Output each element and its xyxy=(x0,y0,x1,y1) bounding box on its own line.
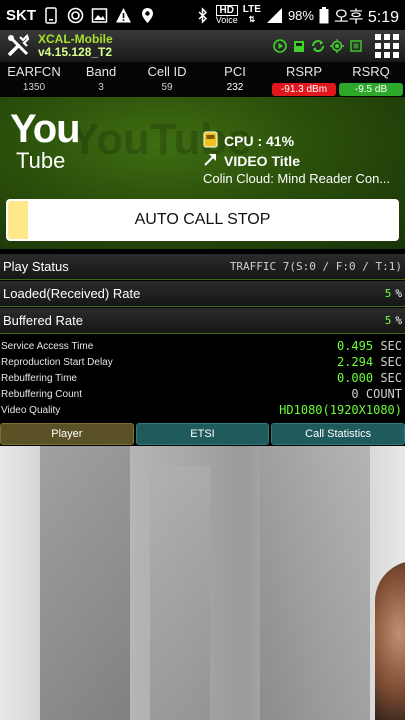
location-icon xyxy=(139,7,156,24)
video-title-label: VIDEO Title xyxy=(224,153,300,169)
hd-voice-indicator: HD Voice xyxy=(215,5,238,25)
video-player[interactable] xyxy=(0,446,405,720)
pci-value: 232 xyxy=(226,82,244,93)
lte-label: LTE xyxy=(242,4,261,15)
video-name: Colin Cloud: Mind Reader Con... xyxy=(203,171,391,186)
band-value: 3 xyxy=(98,82,104,93)
timing-row: Reproduction Start Delay 2.294 SEC xyxy=(0,355,405,371)
chip-icon[interactable] xyxy=(349,39,363,53)
cell-info-pci: PCI 232 xyxy=(200,64,270,93)
video-frame-shade xyxy=(260,446,370,720)
tab-player[interactable]: Player xyxy=(0,423,134,445)
timing-label: Rebuffering Time xyxy=(1,373,77,384)
buffered-rate-row: Buffered Rate 5% xyxy=(0,308,405,334)
earfcn-label: EARFCN xyxy=(7,64,61,79)
image-icon xyxy=(91,7,108,24)
timing-row: Video Quality HD1080(1920X1080) xyxy=(0,403,405,419)
timing-row: Service Access Time 0.495 SEC xyxy=(0,339,405,355)
timing-unit: SEC xyxy=(380,355,402,369)
bottom-tabs: Player ETSI Call Statistics xyxy=(0,423,405,445)
loaded-rate-label: Loaded(Received) Rate xyxy=(3,286,141,301)
cell-info-band: Band 3 xyxy=(68,64,134,93)
play-status-row: Play Status TRAFFIC 7(S:0 / F:0 / T:1) xyxy=(0,254,405,280)
cpu-icon xyxy=(203,131,218,151)
cell-info-cell-id: Cell ID 59 xyxy=(134,64,200,93)
rsrq-value: -9.5 dB xyxy=(339,83,403,96)
bluetooth-icon xyxy=(194,6,211,24)
play-icon[interactable] xyxy=(273,39,287,53)
logo-tube: Tube xyxy=(16,148,66,173)
buffered-rate-value: 5 xyxy=(384,314,392,327)
battery-icon xyxy=(319,6,329,24)
timing-unit: SEC xyxy=(380,371,402,385)
timing-unit: COUNT xyxy=(365,387,402,401)
cell-info-bar: EARFCN 1350 Band 3 Cell ID 59 PCI 232 RS… xyxy=(0,62,405,97)
tab-call-statistics[interactable]: Call Statistics xyxy=(271,423,405,445)
timing-value: 0 xyxy=(351,387,359,401)
lte-indicator: LTE ⇅ xyxy=(242,4,261,25)
signal-icon xyxy=(266,7,283,24)
earfcn-value: 1350 xyxy=(22,82,46,93)
app-header: XCAL-Mobile v4.15.128_T2 xyxy=(0,30,405,62)
timing-value: 0.000 xyxy=(336,371,374,385)
buffered-rate-unit: % xyxy=(395,314,402,327)
auto-call-progress xyxy=(8,201,28,239)
logo-you: You xyxy=(10,107,81,151)
arrow-icon xyxy=(203,152,218,170)
carrier-label: SKT xyxy=(6,6,36,24)
loaded-rate-value: 5 xyxy=(384,287,392,300)
loaded-rate-unit: % xyxy=(395,287,402,300)
timing-value: 2.294 xyxy=(336,355,374,369)
buffered-rate-label: Buffered Rate xyxy=(3,313,83,328)
video-frame-shade xyxy=(150,466,210,720)
auto-call-label: AUTO CALL STOP xyxy=(134,211,271,228)
cell-info-earfcn: EARFCN 1350 xyxy=(0,64,68,93)
warning-icon xyxy=(115,7,132,24)
app-version: v4.15.128_T2 xyxy=(38,45,113,59)
cpu-usage: CPU : 41% xyxy=(203,131,294,151)
timing-label: Rebuffering Count xyxy=(1,389,82,400)
play-status-value: TRAFFIC 7(S:0 / F:0 / T:1) xyxy=(229,260,402,273)
gps-icon[interactable] xyxy=(330,39,344,53)
cell-info-rsrq: RSRQ -9.5 dB xyxy=(338,64,404,97)
video-frame-shade xyxy=(40,446,130,720)
refresh-icon[interactable] xyxy=(311,39,325,53)
voice-label: Voice xyxy=(215,15,238,25)
grid-menu-icon[interactable] xyxy=(375,34,399,58)
cell-info-rsrp: RSRP -91.3 dBm xyxy=(271,64,337,97)
timing-label: Service Access Time xyxy=(1,341,94,352)
timing-label: Video Quality xyxy=(1,405,61,416)
cpu-label: CPU : 41% xyxy=(224,133,295,149)
band-label: Band xyxy=(85,64,117,79)
cell-id-value: 59 xyxy=(161,82,173,93)
battery-percent: 98% xyxy=(287,7,314,23)
tab-etsi[interactable]: ETSI xyxy=(135,423,270,445)
timing-label: Reproduction Start Delay xyxy=(1,357,113,368)
rsrq-label: RSRQ xyxy=(352,64,390,79)
app-title-block: XCAL-Mobile v4.15.128_T2 xyxy=(38,33,113,59)
rsrp-label: RSRP xyxy=(285,64,323,79)
video-frame-person xyxy=(375,561,405,720)
sync-icon xyxy=(67,7,84,24)
cell-id-label: Cell ID xyxy=(147,64,187,79)
video-title-row: VIDEO Title xyxy=(203,152,300,170)
clock: 오후 5:19 xyxy=(333,9,399,26)
loaded-rate-row: Loaded(Received) Rate 5% xyxy=(0,281,405,307)
sdcard-icon[interactable] xyxy=(292,39,306,53)
play-status-label: Play Status xyxy=(3,259,69,274)
timings-panel: Service Access Time 0.495 SEC Reproducti… xyxy=(0,337,405,421)
status-bar: SKT HD Voice LTE ⇅ 98% 오후 5:19 xyxy=(0,0,405,30)
timing-row: Rebuffering Count 0 COUNT xyxy=(0,387,405,403)
service-panel: YouTube You Tube CPU : 41% VIDEO Title C… xyxy=(0,97,405,249)
sim-icon xyxy=(43,6,60,24)
timing-value: HD1080(1920X1080) xyxy=(279,403,402,417)
timing-unit: SEC xyxy=(380,339,402,353)
youtube-logo: You Tube xyxy=(10,107,81,173)
pci-label: PCI xyxy=(224,64,246,79)
tools-icon[interactable] xyxy=(6,33,30,58)
timing-row: Rebuffering Time 0.000 SEC xyxy=(0,371,405,387)
auto-call-stop-button[interactable]: AUTO CALL STOP xyxy=(6,199,399,241)
rsrp-value: -91.3 dBm xyxy=(272,83,336,96)
timing-value: 0.495 xyxy=(336,339,374,353)
